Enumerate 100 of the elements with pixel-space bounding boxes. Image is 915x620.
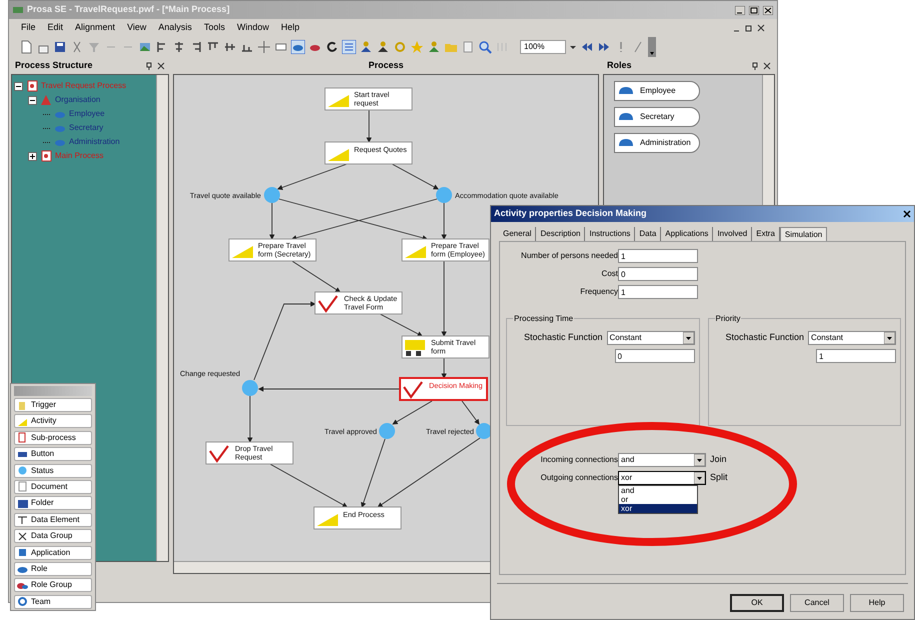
close-icon[interactable] [763, 62, 771, 70]
close-icon[interactable] [157, 62, 165, 70]
palette-item[interactable]: Status [14, 464, 92, 478]
dropdown-option[interactable]: or [619, 495, 697, 504]
menu-item[interactable]: Window [236, 20, 269, 34]
role-shape[interactable]: Administration [614, 133, 700, 153]
dialog-button[interactable]: Cancel [790, 594, 844, 612]
move-icon[interactable] [257, 40, 271, 54]
role-shape[interactable]: Secretary [614, 107, 700, 127]
dropdown-arrow-icon[interactable] [682, 332, 694, 344]
field-label: Number of persons needed [520, 250, 618, 262]
process-icon [26, 80, 38, 92]
zoom-combobox[interactable]: 100% [520, 40, 566, 54]
cap-icon [618, 86, 634, 96]
activity-box[interactable] [206, 442, 294, 464]
activity-box[interactable] [402, 238, 490, 262]
palette-item[interactable]: Data Group [14, 529, 92, 544]
connection-dropdown[interactable]: and [618, 453, 706, 467]
palette-item[interactable]: Application [14, 546, 92, 560]
input-field[interactable]: 0 [614, 349, 694, 363]
menu-item[interactable]: Analysis [158, 20, 192, 34]
function-dropdown[interactable]: Constant [808, 331, 896, 345]
panel-title: Roles [607, 59, 632, 72]
input-field[interactable]: 0 [618, 267, 698, 281]
align-middle-icon[interactable] [223, 40, 237, 54]
expand-icon[interactable] [28, 152, 37, 160]
menu-item[interactable]: View [127, 20, 146, 34]
activity-box[interactable] [324, 88, 412, 110]
grid-icon[interactable] [342, 40, 356, 54]
save-icon[interactable] [53, 40, 67, 54]
dropdown-option[interactable]: and [619, 486, 697, 495]
field-suffix: Join [710, 453, 727, 466]
toolbar-overflow-icon[interactable] [648, 37, 656, 57]
dialog-tab[interactable]: Involved [713, 227, 752, 241]
field-label: Frequency [579, 286, 618, 298]
function-dropdown[interactable]: Constant [606, 331, 694, 345]
close-icon[interactable] [763, 6, 773, 14]
restore-icon[interactable] [745, 24, 753, 32]
page-icon [17, 432, 28, 444]
role-shape[interactable]: Employee [614, 81, 700, 101]
dialog-tab[interactable]: Simulation [780, 227, 828, 241]
minimize-icon[interactable] [735, 6, 745, 14]
palette-item[interactable]: Button [14, 447, 92, 462]
menu-item[interactable]: Tools [204, 20, 225, 34]
collapse-icon[interactable] [28, 96, 37, 104]
menu-item[interactable]: File [21, 20, 36, 34]
dialog-button[interactable]: Help [850, 594, 904, 612]
activity-box[interactable] [228, 238, 316, 262]
activity-box[interactable] [314, 506, 402, 530]
maximize-icon[interactable] [749, 6, 759, 14]
menu-item[interactable]: Edit [48, 20, 64, 34]
dialog-title: Activity properties Decision Making [494, 207, 647, 220]
refresh-icon[interactable] [325, 40, 339, 54]
palette-item[interactable]: Role [14, 562, 92, 576]
page-icon[interactable] [19, 40, 33, 54]
dialog-tab[interactable]: Description [536, 227, 586, 241]
pin-icon[interactable] [751, 62, 759, 70]
check-icon [318, 295, 338, 313]
close-icon[interactable] [903, 210, 911, 218]
dialog-tab[interactable]: Applications [661, 227, 714, 241]
zoom-icon[interactable] [478, 40, 492, 54]
field-label: Cost [600, 268, 618, 280]
dropdown-option[interactable]: xor [619, 504, 697, 513]
dialog-button[interactable]: OK [730, 594, 784, 612]
dialog-tab[interactable]: Instructions [585, 227, 636, 241]
collapse-icon[interactable] [14, 82, 23, 90]
app-icon [13, 6, 23, 14]
connection-dropdown[interactable]: xor [618, 471, 706, 485]
gateway-circle[interactable] [264, 187, 280, 203]
menu-item[interactable]: Help [280, 20, 300, 34]
gateway-circle[interactable] [476, 423, 492, 439]
input-field[interactable]: 1 [618, 285, 698, 299]
dropdown-arrow-icon[interactable] [884, 332, 895, 344]
input-field[interactable]: 1 [618, 249, 698, 263]
dropdown-arrow-icon[interactable] [694, 472, 705, 484]
palette-item[interactable]: Folder [14, 496, 92, 510]
menu-item[interactable]: Alignment [75, 20, 116, 34]
field-label: Stochastic Function [524, 331, 602, 344]
palette-item[interactable]: Activity [14, 414, 92, 428]
dialog-tab[interactable]: General [499, 227, 536, 241]
palette-item[interactable]: Role Group [14, 578, 92, 592]
pin-icon[interactable] [145, 62, 153, 70]
gateway-circle[interactable] [436, 187, 452, 203]
activity-box[interactable] [314, 292, 402, 314]
align-center-icon[interactable] [172, 40, 186, 54]
palette-item[interactable]: Data Element [14, 512, 92, 527]
input-field[interactable]: 1 [816, 349, 896, 363]
dialog-tab[interactable]: Data [635, 227, 662, 241]
dropdown-arrow-icon[interactable] [694, 454, 705, 466]
activity-box[interactable] [324, 142, 412, 164]
palette-item[interactable]: Document [14, 480, 92, 494]
scrollbar[interactable] [156, 75, 168, 561]
palette-item[interactable]: Team [14, 594, 92, 609]
palette-item[interactable]: Trigger [14, 398, 92, 412]
fast-forward-icon[interactable] [597, 40, 611, 54]
rewind-icon[interactable] [580, 40, 594, 54]
star-icon[interactable] [410, 40, 424, 54]
close-icon[interactable] [757, 24, 765, 32]
image-icon[interactable] [138, 40, 152, 54]
palette-item[interactable]: Sub-process [14, 430, 92, 445]
